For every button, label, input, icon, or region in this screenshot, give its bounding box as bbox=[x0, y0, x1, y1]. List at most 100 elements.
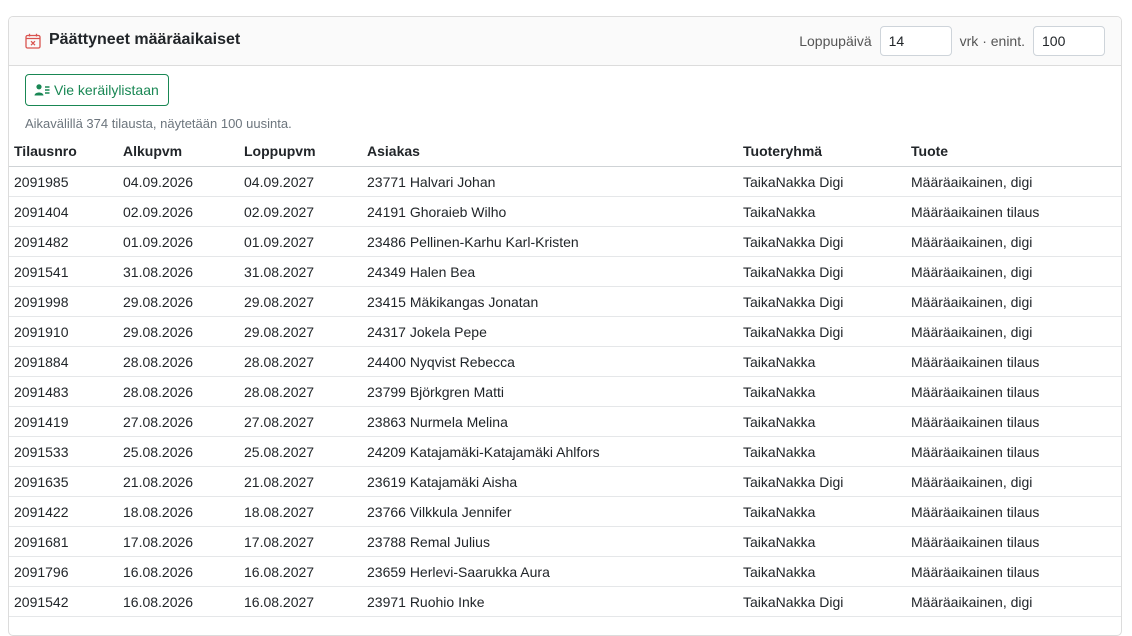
col-header-start-date[interactable]: Alkupvm bbox=[118, 136, 239, 167]
order-no-cell: 2091796 bbox=[9, 556, 118, 587]
product-cell: Määräaikainen, digi bbox=[906, 586, 1121, 617]
table-row[interactable]: 2091483 28.08.2026 28.08.2027 23799 Björ… bbox=[9, 376, 1121, 407]
start-date-cell: 17.08.2026 bbox=[118, 526, 239, 557]
customer-cell: 24400 Nyqvist Rebecca bbox=[362, 346, 738, 377]
end-date-cell: 18.08.2027 bbox=[239, 496, 362, 527]
col-header-customer[interactable]: Asiakas bbox=[362, 136, 738, 167]
end-date-cell: 21.08.2027 bbox=[239, 466, 362, 497]
product-cell: Määräaikainen, digi bbox=[906, 226, 1121, 257]
end-date-cell: 29.08.2027 bbox=[239, 316, 362, 347]
table-row[interactable]: 2091884 28.08.2026 28.08.2027 24400 Nyqv… bbox=[9, 346, 1121, 377]
start-date-cell: 29.08.2026 bbox=[118, 286, 239, 317]
user-list-icon bbox=[34, 84, 50, 96]
end-day-label: Loppupäivä bbox=[799, 33, 872, 49]
order-no-cell: 2091541 bbox=[9, 256, 118, 287]
table-row[interactable]: 2091796 16.08.2026 16.08.2027 23659 Herl… bbox=[9, 556, 1121, 587]
product-cell: Määräaikainen tilaus bbox=[906, 406, 1121, 437]
end-date-cell: 28.08.2027 bbox=[239, 376, 362, 407]
order-no-cell: 2091483 bbox=[9, 376, 118, 407]
start-date-cell: 29.08.2026 bbox=[118, 316, 239, 347]
table-row[interactable]: 2091404 02.09.2026 02.09.2027 24191 Ghor… bbox=[9, 196, 1121, 227]
start-date-cell: 31.08.2026 bbox=[118, 256, 239, 287]
table-row[interactable]: 2091419 27.08.2026 27.08.2027 23863 Nurm… bbox=[9, 406, 1121, 437]
order-no-cell: 2091884 bbox=[9, 346, 118, 377]
card-header: Päättyneet määräaikaiset Loppupäivä vrk … bbox=[9, 17, 1121, 66]
max-count-input[interactable] bbox=[1033, 26, 1105, 56]
customer-cell: 23766 Vilkkula Jennifer bbox=[362, 496, 738, 527]
table-row[interactable]: 2091542 16.08.2026 16.08.2027 23971 Ruoh… bbox=[9, 586, 1121, 617]
table-body: 2091985 04.09.2026 04.09.2027 23771 Halv… bbox=[9, 166, 1121, 617]
result-info-text: Aikavälillä 374 tilausta, näytetään 100 … bbox=[25, 116, 292, 131]
calendar-x-icon bbox=[25, 33, 41, 49]
col-header-product[interactable]: Tuote bbox=[906, 136, 1121, 167]
order-no-cell: 2091422 bbox=[9, 496, 118, 527]
table-row[interactable]: 2091681 17.08.2026 17.08.2027 23788 Rema… bbox=[9, 526, 1121, 557]
expired-fixed-term-card: Päättyneet määräaikaiset Loppupäivä vrk … bbox=[8, 16, 1122, 636]
product-group-cell: TaikaNakka bbox=[738, 376, 906, 407]
customer-cell: 23659 Herlevi-Saarukka Aura bbox=[362, 556, 738, 587]
customer-cell: 23415 Mäkikangas Jonatan bbox=[362, 286, 738, 317]
start-date-cell: 25.08.2026 bbox=[118, 436, 239, 467]
orders-table: Tilausnro Alkupvm Loppupvm Asiakas Tuote… bbox=[9, 136, 1121, 617]
customer-cell: 24317 Jokela Pepe bbox=[362, 316, 738, 347]
end-date-cell: 04.09.2027 bbox=[239, 166, 362, 197]
table-row[interactable]: 2091541 31.08.2026 31.08.2027 24349 Hale… bbox=[9, 256, 1121, 287]
table-row[interactable]: 2091985 04.09.2026 04.09.2027 23771 Halv… bbox=[9, 166, 1121, 197]
order-no-cell: 2091419 bbox=[9, 406, 118, 437]
col-header-order-no[interactable]: Tilausnro bbox=[9, 136, 118, 167]
end-date-cell: 16.08.2027 bbox=[239, 586, 362, 617]
product-group-cell: TaikaNakka bbox=[738, 496, 906, 527]
order-no-cell: 2091910 bbox=[9, 316, 118, 347]
col-header-product-group[interactable]: Tuoteryhmä bbox=[738, 136, 906, 167]
end-date-cell: 29.08.2027 bbox=[239, 286, 362, 317]
table-row[interactable]: 2091998 29.08.2026 29.08.2027 23415 Mäki… bbox=[9, 286, 1121, 317]
table-row[interactable]: 2091910 29.08.2026 29.08.2027 24317 Joke… bbox=[9, 316, 1121, 347]
order-no-cell: 2091998 bbox=[9, 286, 118, 317]
start-date-cell: 01.09.2026 bbox=[118, 226, 239, 257]
order-no-cell: 2091404 bbox=[9, 196, 118, 227]
end-date-cell: 02.09.2027 bbox=[239, 196, 362, 227]
customer-cell: 24209 Katajamäki-Katajamäki Ahlfors bbox=[362, 436, 738, 467]
product-cell: Määräaikainen tilaus bbox=[906, 496, 1121, 527]
product-group-cell: TaikaNakka Digi bbox=[738, 166, 906, 197]
filter-controls: Loppupäivä vrk · enint. bbox=[799, 26, 1105, 56]
start-date-cell: 28.08.2026 bbox=[118, 346, 239, 377]
table-row[interactable]: 2091482 01.09.2026 01.09.2027 23486 Pell… bbox=[9, 226, 1121, 257]
customer-cell: 23971 Ruohio Inke bbox=[362, 586, 738, 617]
order-no-cell: 2091681 bbox=[9, 526, 118, 557]
product-group-cell: TaikaNakka Digi bbox=[738, 226, 906, 257]
product-cell: Määräaikainen tilaus bbox=[906, 346, 1121, 377]
product-group-cell: TaikaNakka Digi bbox=[738, 286, 906, 317]
end-date-cell: 16.08.2027 bbox=[239, 556, 362, 587]
order-no-cell: 2091635 bbox=[9, 466, 118, 497]
start-date-cell: 16.08.2026 bbox=[118, 556, 239, 587]
product-cell: Määräaikainen tilaus bbox=[906, 526, 1121, 557]
order-no-cell: 2091533 bbox=[9, 436, 118, 467]
product-cell: Määräaikainen, digi bbox=[906, 286, 1121, 317]
product-group-cell: TaikaNakka bbox=[738, 346, 906, 377]
customer-cell: 23788 Remal Julius bbox=[362, 526, 738, 557]
col-header-end-date[interactable]: Loppupvm bbox=[239, 136, 362, 167]
end-date-cell: 31.08.2027 bbox=[239, 256, 362, 287]
export-to-picklist-button[interactable]: Vie keräilylistaan bbox=[25, 74, 169, 106]
product-group-cell: TaikaNakka bbox=[738, 526, 906, 557]
table-row[interactable]: 2091533 25.08.2026 25.08.2027 24209 Kata… bbox=[9, 436, 1121, 467]
table-row[interactable]: 2091635 21.08.2026 21.08.2027 23619 Kata… bbox=[9, 466, 1121, 497]
product-cell: Määräaikainen, digi bbox=[906, 466, 1121, 497]
end-day-input[interactable] bbox=[879, 26, 952, 56]
product-cell: Määräaikainen tilaus bbox=[906, 556, 1121, 587]
table-row[interactable]: 2091422 18.08.2026 18.08.2027 23766 Vilk… bbox=[9, 496, 1121, 527]
end-date-cell: 28.08.2027 bbox=[239, 346, 362, 377]
start-date-cell: 02.09.2026 bbox=[118, 196, 239, 227]
product-group-cell: TaikaNakka bbox=[738, 196, 906, 227]
customer-cell: 24191 Ghoraieb Wilho bbox=[362, 196, 738, 227]
export-button-label: Vie keräilylistaan bbox=[54, 82, 159, 98]
product-group-cell: TaikaNakka Digi bbox=[738, 586, 906, 617]
end-date-cell: 01.09.2027 bbox=[239, 226, 362, 257]
product-cell: Määräaikainen tilaus bbox=[906, 376, 1121, 407]
product-group-cell: TaikaNakka Digi bbox=[738, 466, 906, 497]
product-cell: Määräaikainen tilaus bbox=[906, 196, 1121, 227]
product-cell: Määräaikainen, digi bbox=[906, 256, 1121, 287]
start-date-cell: 27.08.2026 bbox=[118, 406, 239, 437]
customer-cell: 23771 Halvari Johan bbox=[362, 166, 738, 197]
